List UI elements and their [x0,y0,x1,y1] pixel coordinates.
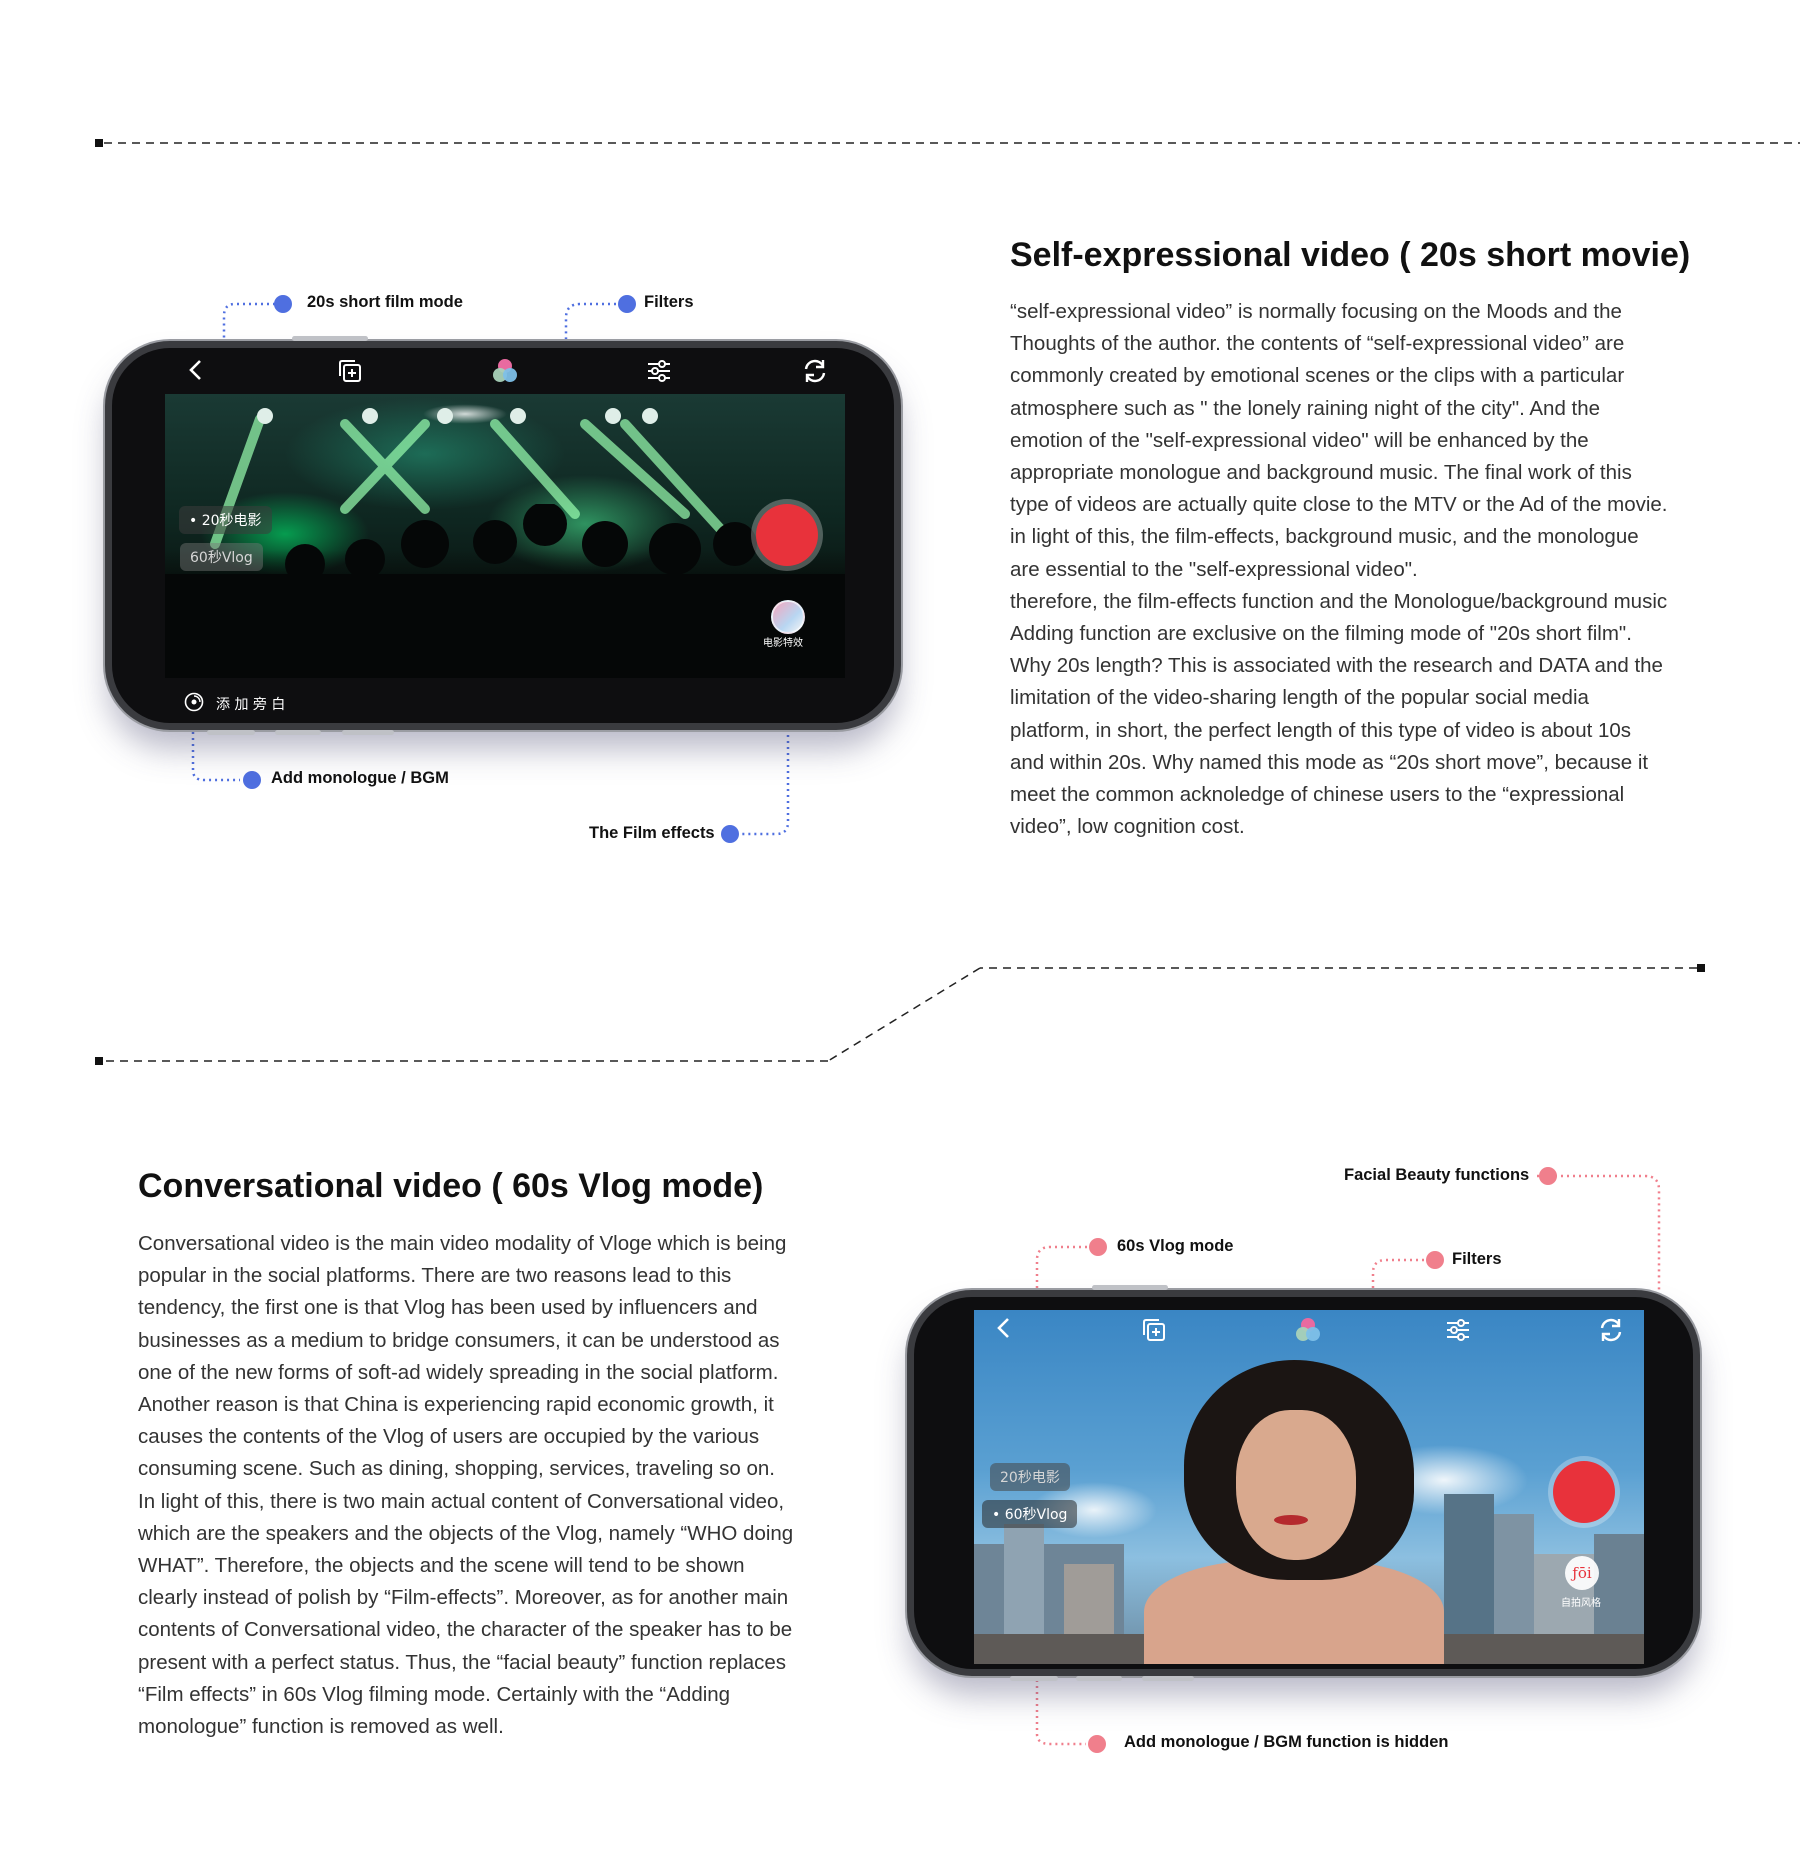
filters-icon-2[interactable] [1292,1314,1324,1346]
filters-icon[interactable] [489,355,521,387]
film-effects-button[interactable] [771,600,805,634]
callout-20s-mode: 20s short film mode [307,293,463,311]
switch-camera-icon[interactable] [800,356,830,386]
section2-paragraph-2: In light of this, there is two main actu… [138,1489,794,1739]
facial-beauty-button[interactable]: ƒōi [1565,1556,1599,1590]
section1-title: Self-expressional video ( 20s short movi… [1010,236,1691,274]
callout-60s-mode: 60s Vlog mode [1117,1237,1234,1255]
record-button-2[interactable] [1553,1461,1615,1523]
facial-beauty-label: 自拍风格 [1561,1598,1601,1609]
section2-body: Conversational video is the main video m… [138,1228,798,1743]
mode-60s-active[interactable]: • 60秒Vlog [982,1500,1078,1528]
section2-title: Conversational video ( 60s Vlog mode) [138,1167,764,1205]
callout-filters-1: Filters [644,293,694,311]
callout-monologue-hidden: Add monologue / BGM function is hidden [1124,1733,1449,1751]
section1-body: “self-expressional video” is normally fo… [1010,296,1670,843]
callout-film-effects: The Film effects [589,824,715,842]
callout-monologue: Add monologue / BGM [271,769,449,787]
film-effects-label: 电影特效 [763,638,803,649]
section1-paragraph: “self-expressional video” is normally fo… [1010,300,1668,581]
add-clip-icon[interactable] [336,357,364,385]
callout-filters-2: Filters [1452,1250,1502,1268]
back-icon-2[interactable] [991,1316,1015,1340]
viewfinder-portrait [974,1310,1644,1664]
callout-facial-beauty: Facial Beauty functions [1344,1166,1530,1184]
section2-paragraph: Conversational video is the main video m… [138,1232,787,1481]
back-icon[interactable] [183,358,207,382]
add-clip-icon-2[interactable] [1140,1316,1168,1344]
facial-beauty-icon: ƒōi [1572,1564,1592,1582]
switch-camera-icon-2[interactable] [1596,1315,1626,1345]
viewfinder-concert [165,394,845,678]
record-button[interactable] [756,504,818,566]
mode-60s-vlog[interactable]: 60秒Vlog [180,543,263,571]
adjust-icon-2[interactable] [1444,1316,1472,1344]
section1-paragraph-2: therefore, the film-effects function and… [1010,589,1668,839]
adjust-icon[interactable] [645,357,673,385]
add-monologue-label[interactable]: 添 加 旁 白 [216,694,285,714]
mode-20s-active[interactable]: • 20秒电影 [179,506,272,534]
add-monologue-icon[interactable] [184,692,204,712]
mode-20s-film[interactable]: 20秒电影 [990,1463,1070,1491]
